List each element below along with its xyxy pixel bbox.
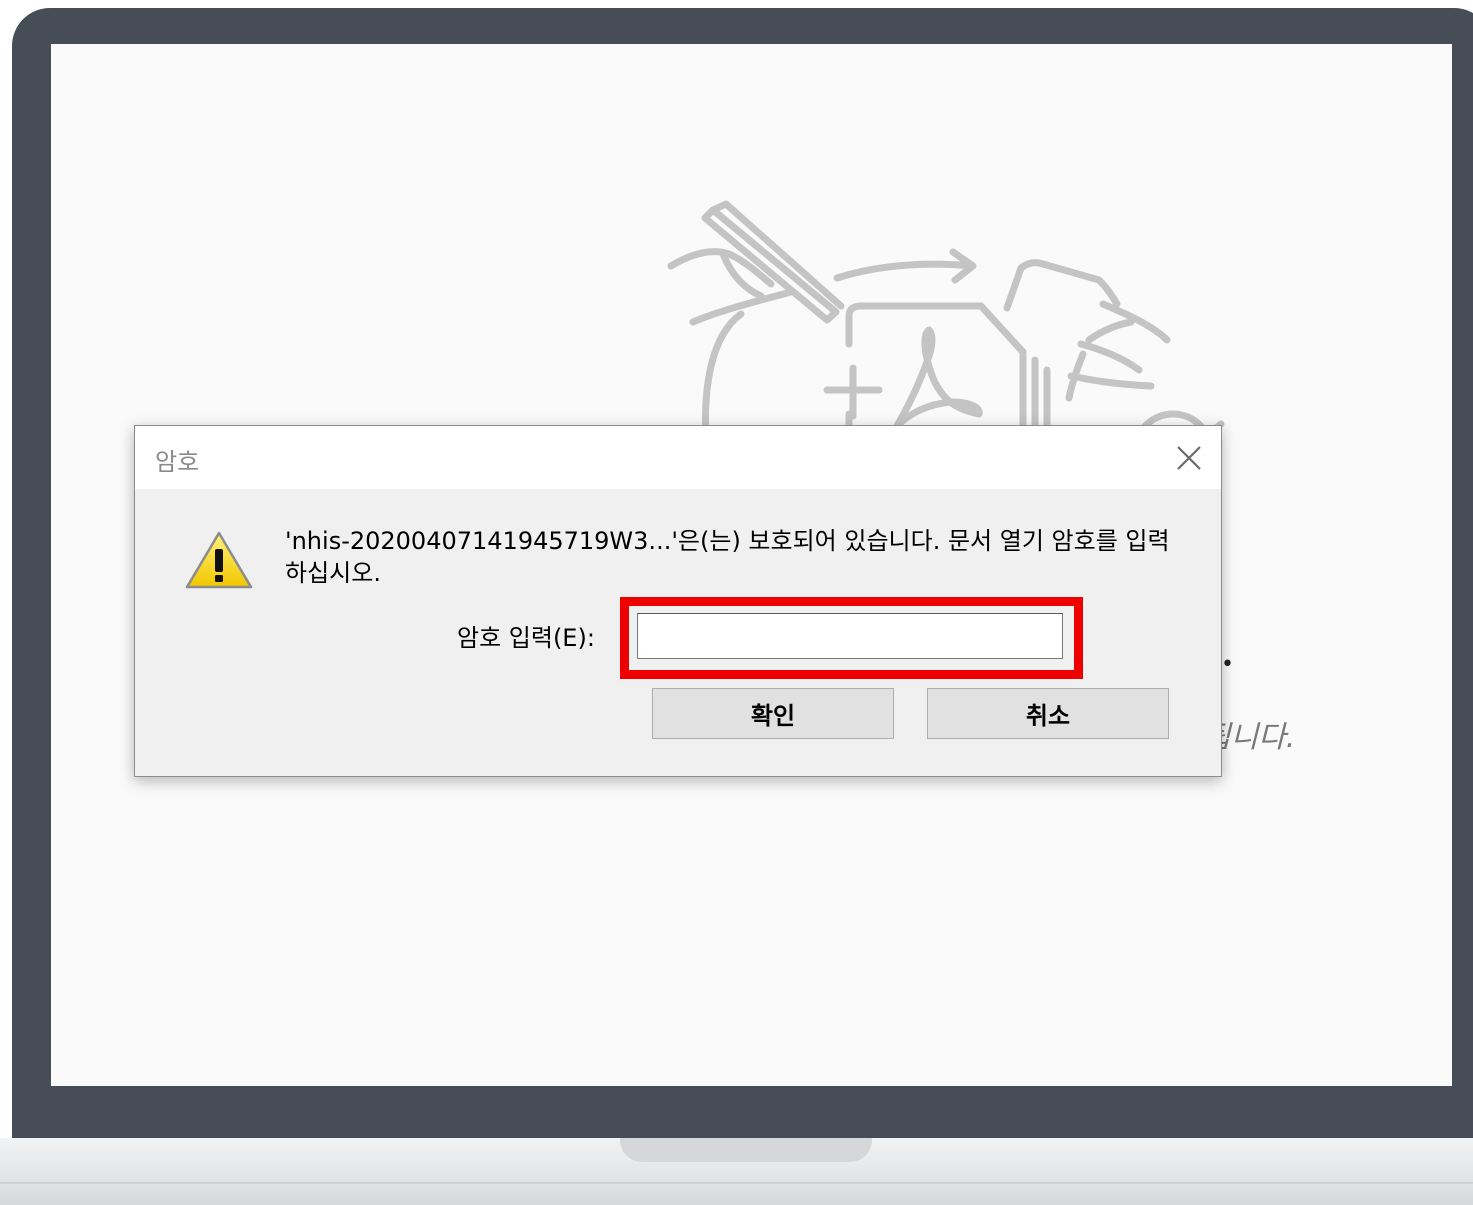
laptop-base-edge [0, 1182, 1473, 1184]
dialog-titlebar: 암호 [135, 426, 1221, 489]
close-button[interactable] [1167, 436, 1211, 480]
background-dot: • [1221, 652, 1234, 677]
warning-icon [185, 531, 253, 589]
close-icon [1177, 446, 1201, 470]
password-label: 암호 입력(E): [457, 624, 595, 652]
dialog-message: 'nhis-20200407141945719W3...'은(는) 보호되어 있… [285, 527, 1170, 587]
password-dialog: 암호 'nhis-20200407141945719W3...'은(는) 보호되… [134, 425, 1222, 777]
password-input[interactable] [637, 613, 1063, 659]
cancel-button[interactable]: 취소 [927, 688, 1169, 739]
ok-button[interactable]: 확인 [652, 688, 894, 739]
dialog-title: 암호 [155, 448, 200, 476]
laptop-base-notch [620, 1138, 872, 1162]
